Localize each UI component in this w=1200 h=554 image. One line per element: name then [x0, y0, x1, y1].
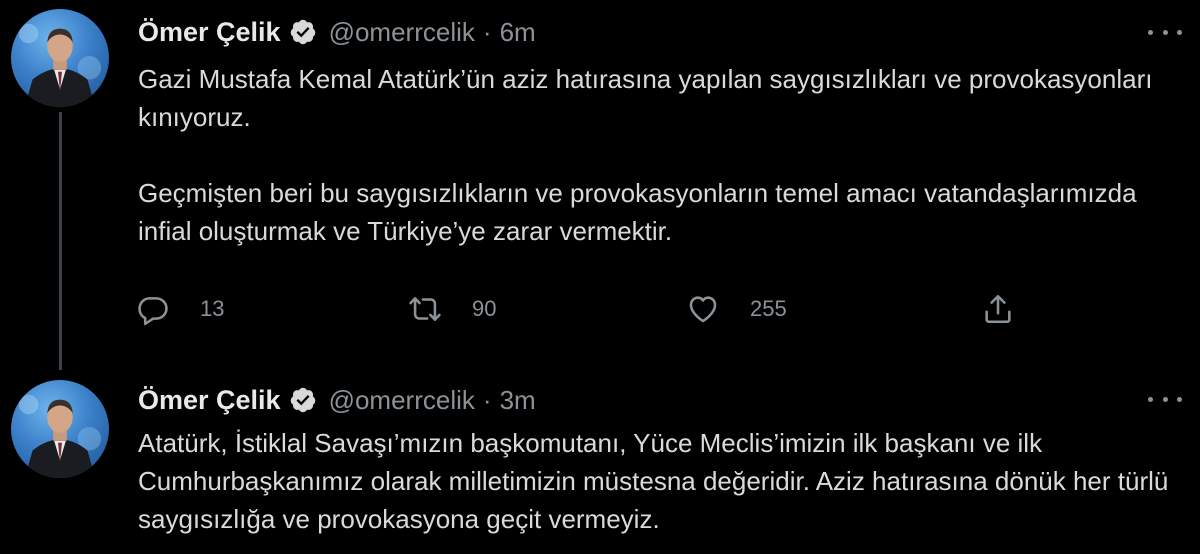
retweet-button[interactable]: 90 [408, 289, 496, 329]
like-count: 255 [750, 296, 787, 321]
verified-badge-icon [289, 18, 317, 46]
dot-icon [1148, 396, 1153, 402]
verified-badge-icon [289, 386, 317, 414]
author-name[interactable]: Ömer Çelik [138, 17, 281, 48]
more-dots-icon[interactable] [1148, 22, 1182, 42]
avatar-portrait-icon [18, 23, 102, 107]
retweet-count: 90 [472, 296, 497, 321]
author-handle[interactable]: @omerrcelik [329, 385, 475, 416]
avatar[interactable] [11, 380, 109, 478]
tweet-timestamp[interactable]: 3m [500, 385, 536, 416]
tweet-text: Gazi Mustafa Kemal Atatürk’ün aziz hatır… [138, 60, 1188, 250]
author-handle[interactable]: @omerrcelik [329, 17, 475, 48]
heart-icon [689, 296, 717, 323]
avatar[interactable] [11, 9, 109, 107]
author-name[interactable]: Ömer Çelik [138, 385, 281, 416]
dot-icon [1177, 29, 1182, 35]
tweet-actions: 13 90 255 [136, 289, 1196, 329]
share-icon [985, 294, 1011, 324]
separator-dot: · [482, 16, 492, 47]
dot-icon [1162, 396, 1168, 402]
retweet-icon [409, 297, 441, 321]
tweet[interactable]: Ömer Çelik @omerrcelik · 3m Atatürk, İst… [0, 370, 1200, 554]
reply-count: 13 [200, 296, 225, 321]
tweet-header: Ömer Çelik @omerrcelik · 6m [138, 12, 536, 52]
tweet-timestamp[interactable]: 6m [500, 17, 536, 48]
tweet[interactable]: Ömer Çelik @omerrcelik · 6m Gazi Mustafa… [0, 0, 1200, 370]
separator-dot: · [482, 384, 492, 415]
tweet-header: Ömer Çelik @omerrcelik · 3m [138, 380, 536, 420]
dot-icon [1162, 29, 1168, 35]
thread-line [59, 112, 62, 370]
tweet-text: Atatürk, İstiklal Savaşı’mızın başkomuta… [138, 424, 1188, 538]
tweet-paragraph: Geçmişten beri bu saygısızlıkların ve pr… [138, 178, 1137, 246]
tweet-paragraph: Atatürk, İstiklal Savaşı’mızın başkomuta… [138, 428, 1169, 534]
more-dots-icon[interactable] [1148, 389, 1182, 409]
dot-icon [1177, 396, 1182, 402]
reply-icon [138, 297, 168, 326]
avatar-portrait-icon [18, 394, 102, 478]
like-button[interactable]: 255 [686, 289, 787, 329]
tweet-paragraph: Gazi Mustafa Kemal Atatürk’ün aziz hatır… [138, 64, 1153, 132]
dot-icon [1148, 29, 1153, 35]
reply-button[interactable]: 13 [136, 289, 224, 329]
share-button[interactable] [981, 289, 1015, 329]
